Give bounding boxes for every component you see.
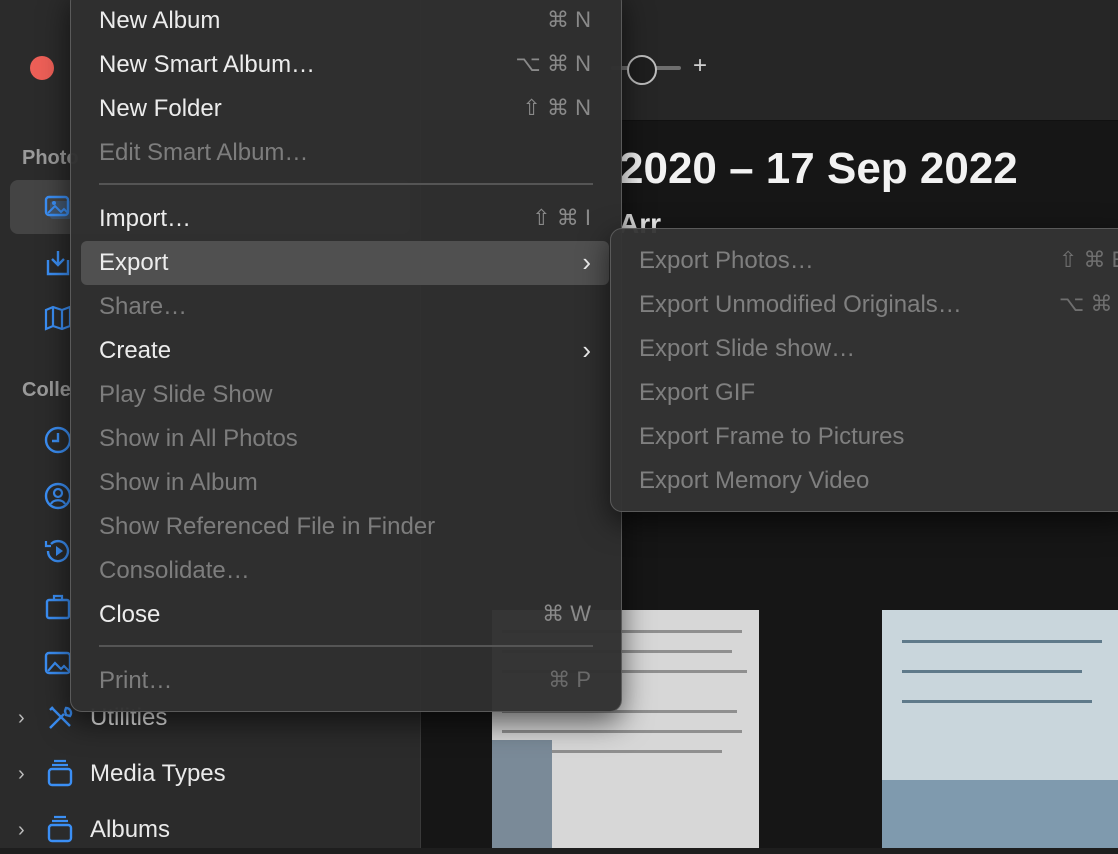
menu-item-label: Export (99, 249, 169, 276)
menu-item-label: Show in Album (99, 469, 258, 496)
zoom-in-icon[interactable]: + (693, 52, 707, 80)
menu-item-label: Export GIF (639, 379, 756, 406)
menu-item-label: Share… (99, 293, 188, 320)
menu-item-label: Print… (99, 667, 173, 694)
menu-item-label: Show in All Photos (99, 425, 298, 452)
sidebar-group-label: Albums (90, 816, 171, 843)
menu-item-show-in-album: Show in Album (81, 461, 609, 505)
menu-item-consolidate: Consolidate… (81, 549, 609, 593)
menu-item-shortcut: ⇧ ⌘ I (532, 205, 591, 230)
menu-item-import[interactable]: Import… ⇧ ⌘ I (81, 197, 609, 241)
folder-stack-icon (44, 814, 76, 846)
menu-item-label: Create (99, 337, 172, 364)
submenu-item-export-slide-show: Export Slide show… (621, 327, 1118, 371)
menu-item-label: Consolidate… (99, 557, 250, 584)
submenu-item-export-memory-video: Export Memory Video (621, 459, 1118, 503)
menu-item-close[interactable]: Close ⌘ W (81, 593, 609, 637)
file-menu: New Album ⌘ N New Smart Album… ⌥ ⌘ N New… (70, 0, 622, 712)
menu-item-shortcut: ⌘ W (542, 601, 591, 626)
menu-item-label: Export Memory Video (639, 467, 870, 494)
menu-item-show-referenced-file: Show Referenced File in Finder (81, 505, 609, 549)
menu-item-label: New Album (99, 7, 221, 34)
menu-item-shortcut: ⌥ ⌘ E (1059, 291, 1118, 316)
menu-item-show-in-all-photos: Show in All Photos (81, 417, 609, 461)
submenu-item-export-gif: Export GIF (621, 371, 1118, 415)
menu-item-new-folder[interactable]: New Folder ⇧ ⌘ N (81, 87, 609, 131)
chevron-right-icon: › (582, 335, 591, 365)
chevron-right-icon[interactable]: › (18, 819, 38, 842)
menu-item-shortcut: ⌥ ⌘ N (515, 51, 591, 76)
menu-item-label: Export Frame to Pictures (639, 423, 905, 450)
sidebar-group-label: Media Types (90, 760, 226, 787)
menu-item-label: New Folder (99, 95, 222, 122)
sidebar-section-collections-header: Colle (22, 379, 71, 401)
menu-item-shortcut: ⌘ N (547, 7, 591, 32)
submenu-item-export-frame: Export Frame to Pictures (621, 415, 1118, 459)
menu-item-shortcut: ⌘ P (548, 667, 591, 692)
menu-item-label: Close (99, 601, 161, 628)
menu-item-shortcut: ⇧ ⌘ N (522, 95, 591, 120)
menu-item-label: New Smart Album… (99, 51, 316, 78)
chevron-right-icon[interactable]: › (18, 707, 38, 730)
sidebar-group-media-types[interactable]: › Media Types (18, 750, 398, 798)
date-range-title: 2020 – 17 Sep 2022 (619, 144, 1018, 193)
menu-item-print: Print… ⌘ P (81, 659, 609, 703)
menu-item-label: Export Photos… (639, 247, 814, 274)
menu-item-label: Edit Smart Album… (99, 139, 309, 166)
menu-item-play-slide-show: Play Slide Show (81, 373, 609, 417)
photo-thumbnail[interactable] (882, 610, 1118, 848)
export-submenu: Export Photos… ⇧ ⌘ E Export Unmodified O… (610, 228, 1118, 512)
menu-item-label: Export Unmodified Originals… (639, 291, 962, 318)
menu-item-export[interactable]: Export › (81, 241, 609, 285)
menu-item-label: Import… (99, 205, 192, 232)
menu-item-create[interactable]: Create › (81, 329, 609, 373)
menu-item-shortcut: ⇧ ⌘ E (1059, 247, 1118, 272)
submenu-item-export-unmodified-originals: Export Unmodified Originals… ⌥ ⌘ E (621, 283, 1118, 327)
submenu-item-export-photos: Export Photos… ⇧ ⌘ E (621, 239, 1118, 283)
menu-separator (99, 183, 593, 185)
window-close-button[interactable] (30, 56, 54, 80)
menu-item-edit-smart-album: Edit Smart Album… (81, 131, 609, 175)
chevron-right-icon: › (582, 247, 591, 277)
folder-stack-icon (44, 758, 76, 790)
menu-item-new-smart-album[interactable]: New Smart Album… ⌥ ⌘ N (81, 43, 609, 87)
menu-item-label: Show Referenced File in Finder (99, 513, 436, 540)
menu-item-label: Play Slide Show (99, 381, 273, 408)
chevron-right-icon[interactable]: › (18, 763, 38, 786)
menu-separator (99, 645, 593, 647)
sidebar-group-albums[interactable]: › Albums (18, 806, 398, 854)
zoom-slider-knob[interactable] (627, 55, 657, 85)
menu-item-new-album[interactable]: New Album ⌘ N (81, 0, 609, 43)
menu-item-label: Export Slide show… (639, 335, 856, 362)
menu-item-share: Share… (81, 285, 609, 329)
